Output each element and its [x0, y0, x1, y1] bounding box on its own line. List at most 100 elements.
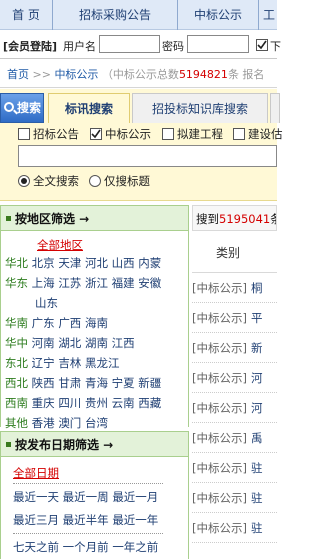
region-city-link[interactable]: 湖南 [85, 336, 108, 350]
date-link[interactable]: 最近三月 [13, 513, 59, 527]
region-city-link[interactable]: 河南 [32, 336, 55, 350]
results-count-suffix: 条 [270, 212, 276, 226]
row-title-link[interactable]: 河 [251, 401, 263, 415]
column-category: 类别 [216, 246, 241, 260]
region-city-link[interactable]: 西藏 [138, 396, 161, 410]
category-planned-checkbox[interactable] [162, 128, 174, 140]
table-row[interactable]: [中标公示] 驻 [192, 513, 277, 543]
mode-fulltext-radio[interactable] [18, 175, 30, 187]
remember-label: 下 [270, 40, 281, 53]
region-city-link[interactable]: 安徽 [138, 276, 161, 290]
table-row[interactable]: [中标公示] 河 [192, 363, 277, 393]
region-city-link[interactable]: 贵州 [85, 396, 108, 410]
region-city-link[interactable]: 天津 [58, 256, 81, 270]
region-city-link[interactable]: 北京 [32, 256, 55, 270]
search-button[interactable]: 搜索 [0, 93, 44, 123]
date-link[interactable]: 一个月前 [63, 540, 109, 554]
region-city-link[interactable]: 上海 [32, 276, 55, 290]
search-button-label: 搜索 [17, 101, 42, 115]
region-city-link[interactable]: 广西 [58, 316, 81, 330]
region-city-link[interactable]: 湖北 [58, 336, 81, 350]
row-title-link[interactable]: 驻 [251, 461, 263, 475]
password-label: 密码 [162, 40, 184, 53]
category-winning-checkbox[interactable] [90, 128, 102, 140]
date-all-link[interactable]: 全部日期 [13, 465, 59, 481]
region-city-link[interactable]: 澳门 [58, 416, 81, 430]
total-count: 5194821 [178, 68, 228, 81]
date-link[interactable]: 最近一月 [112, 490, 158, 504]
keyword-input[interactable] [18, 145, 277, 167]
region-row: 西北 陕西 甘肃 青海 宁夏 新疆 [5, 375, 161, 391]
region-name: 其他 [5, 416, 28, 430]
results-table-header: 类别 [192, 233, 277, 273]
table-row[interactable]: [中标公示] 平 [192, 303, 277, 333]
region-city-link[interactable]: 海南 [85, 316, 108, 330]
tab-more[interactable] [270, 93, 280, 123]
category-tender-checkbox[interactable] [18, 128, 30, 140]
row-title-link[interactable]: 平 [251, 311, 263, 325]
region-city-link[interactable]: 山东 [35, 296, 58, 310]
date-link[interactable]: 一年之前 [112, 540, 158, 554]
region-city-link[interactable]: 新疆 [138, 376, 161, 390]
region-city-link[interactable]: 江苏 [58, 276, 81, 290]
username-input[interactable] [99, 35, 160, 53]
tab-tender-search[interactable]: 标讯搜索 [48, 93, 130, 123]
region-city-link[interactable]: 宁夏 [112, 376, 135, 390]
region-city-link[interactable]: 四川 [58, 396, 81, 410]
category-construction-checkbox[interactable] [233, 128, 245, 140]
region-city-link[interactable]: 辽宁 [32, 356, 55, 370]
row-title-link[interactable]: 桐 [251, 281, 263, 295]
region-name: 华北 [5, 256, 28, 270]
nav-home[interactable]: 首 页 [0, 0, 52, 30]
region-row: 华南 广东 广西 海南 [5, 315, 108, 331]
table-row[interactable]: [中标公示] 新 [192, 333, 277, 363]
table-row[interactable]: [中标公示] 驻 [192, 453, 277, 483]
region-city-link[interactable]: 陕西 [32, 376, 55, 390]
region-all-link[interactable]: 全部地区 [37, 237, 83, 253]
table-row[interactable]: [中标公示] 驻 [192, 483, 277, 513]
region-city-link[interactable]: 香港 [32, 416, 55, 430]
region-city-link[interactable]: 内蒙 [138, 256, 161, 270]
region-city-link[interactable]: 广东 [32, 316, 55, 330]
date-link[interactable]: 七天之前 [13, 540, 59, 554]
row-category: [中标公示] [192, 431, 247, 445]
row-category: [中标公示] [192, 341, 247, 355]
table-row[interactable]: [中标公示] 河 [192, 393, 277, 423]
nav-tender-announcements[interactable]: 招标采购公告 [53, 0, 177, 30]
region-city-link[interactable]: 福建 [112, 276, 135, 290]
password-input[interactable] [187, 35, 249, 53]
category-planned-label: 拟建工程 [177, 127, 223, 141]
nav-winning-bids[interactable]: 中标公示 [178, 0, 258, 30]
table-row[interactable]: [中标公示] 桐 [192, 273, 277, 303]
region-city-link[interactable]: 甘肃 [58, 376, 81, 390]
date-link[interactable]: 最近半年 [63, 513, 109, 527]
region-city-link[interactable]: 江西 [112, 336, 135, 350]
region-city-link[interactable]: 青海 [85, 376, 108, 390]
region-city-link[interactable]: 浙江 [85, 276, 108, 290]
region-city-link[interactable]: 黑龙江 [85, 356, 120, 370]
region-city-link[interactable]: 河北 [85, 256, 108, 270]
date-row: 最近一天 最近一周 最近一月 [13, 489, 158, 505]
region-city-link[interactable]: 吉林 [58, 356, 81, 370]
divider [13, 533, 163, 534]
date-link[interactable]: 最近一年 [112, 513, 158, 527]
date-link[interactable]: 最近一天 [13, 490, 59, 504]
region-city-link[interactable]: 台湾 [85, 416, 108, 430]
row-title-link[interactable]: 驻 [251, 491, 263, 505]
region-city-link[interactable]: 云南 [112, 396, 135, 410]
breadcrumb-home[interactable]: 首页 [7, 68, 29, 81]
row-title-link[interactable]: 河 [251, 371, 263, 385]
row-title-link[interactable]: 新 [251, 341, 263, 355]
results-panel: 搜到5195041条 类别 [中标公示] 桐 [中标公示] 平 [中标公示] 新 [中… [192, 205, 277, 559]
row-title-link[interactable]: 驻 [251, 521, 263, 535]
table-row[interactable]: [中标公示] 禹 [192, 423, 277, 453]
mode-title-radio[interactable] [89, 175, 101, 187]
mode-fulltext-label: 全文搜索 [33, 174, 79, 188]
remember-checkbox[interactable] [256, 39, 268, 51]
row-title-link[interactable]: 禹 [251, 431, 263, 445]
nav-projects[interactable]: 工 [259, 0, 279, 30]
date-link[interactable]: 最近一周 [63, 490, 109, 504]
region-city-link[interactable]: 重庆 [32, 396, 55, 410]
tab-knowledge-search[interactable]: 招投标知识库搜索 [132, 93, 268, 123]
region-city-link[interactable]: 山西 [112, 256, 135, 270]
